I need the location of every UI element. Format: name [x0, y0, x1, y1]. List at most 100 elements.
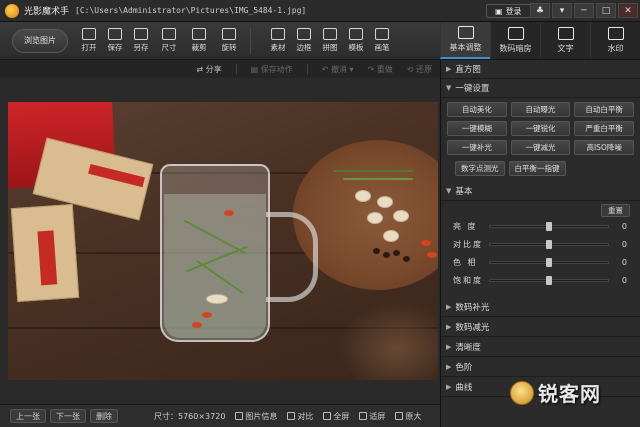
- original-size-button[interactable]: 原大: [395, 411, 421, 422]
- one-click-blur-button[interactable]: 一键模糊: [447, 121, 507, 136]
- tea-bag: [10, 203, 80, 303]
- minimize-button[interactable]: ─: [574, 3, 594, 18]
- browse-images-button[interactable]: 浏览图片: [12, 28, 68, 53]
- tool-save[interactable]: 保存: [102, 28, 128, 53]
- tool-rotate[interactable]: 旋转: [214, 28, 244, 53]
- slider-thumb[interactable]: [546, 221, 552, 231]
- info-label: 图片信息: [245, 411, 278, 421]
- goji-berry: [224, 210, 234, 216]
- save-as-icon: [134, 28, 148, 40]
- save-action-button[interactable]: ▤ 保存动作: [251, 64, 293, 75]
- auto-exposure-button[interactable]: 自动曝光: [510, 102, 571, 117]
- one-click-sharpen-button[interactable]: 一键锐化: [510, 121, 571, 136]
- image-info-button[interactable]: 图片信息: [235, 411, 277, 422]
- glass-handle: [266, 212, 318, 302]
- section-label: 基本: [455, 187, 473, 197]
- glass-water: [164, 194, 266, 338]
- section-histogram[interactable]: ▶ 直方图: [441, 60, 640, 79]
- tool-label: 打开: [81, 43, 97, 52]
- section-label: 一键设置: [455, 84, 490, 94]
- section-levels[interactable]: ▶ 色阶: [441, 357, 640, 377]
- tab-watermark[interactable]: 水印: [590, 22, 640, 59]
- herb-slice: [367, 212, 383, 224]
- maximize-button[interactable]: □: [596, 3, 616, 18]
- tool-label: 尺寸: [161, 43, 177, 52]
- login-button[interactable]: ▣ 登录: [486, 4, 531, 18]
- previous-image-button[interactable]: 上一张: [10, 409, 46, 423]
- slider-track[interactable]: [489, 257, 609, 267]
- slider-thumb[interactable]: [546, 275, 552, 285]
- fit-label: 适屏: [369, 411, 386, 421]
- redo-button[interactable]: ↷ 重做: [368, 64, 393, 75]
- high-iso-denoise-button[interactable]: 高ISO降噪: [574, 140, 634, 155]
- white-balance-picker-button[interactable]: 白平衡一指键: [508, 161, 566, 176]
- slider-track[interactable]: [489, 221, 609, 231]
- share-button[interactable]: ⇄ 分享: [196, 64, 221, 75]
- app-logo-icon: [5, 3, 19, 18]
- tool-save-as[interactable]: 另存: [128, 28, 154, 53]
- tool-material[interactable]: 素材: [265, 28, 291, 53]
- border-icon: [297, 28, 311, 40]
- close-button[interactable]: ✕: [618, 3, 638, 18]
- watermark-text: 锐客网: [538, 382, 601, 406]
- section-basic[interactable]: ▼ 基本: [441, 182, 640, 201]
- auto-white-balance-button[interactable]: 自动白平衡: [574, 102, 634, 117]
- chevron-right-icon: ▶: [446, 362, 452, 371]
- template-icon: [349, 28, 363, 40]
- slider-hue: 色 相 0: [441, 253, 640, 271]
- watermark-icon: [607, 27, 624, 40]
- slider-value: 0: [621, 221, 627, 231]
- dried-flowers: [338, 302, 438, 380]
- reset-button[interactable]: 重置: [601, 204, 630, 217]
- tab-text[interactable]: 文字: [540, 22, 590, 59]
- photo-preview[interactable]: [8, 102, 438, 380]
- slider-track[interactable]: [489, 275, 609, 285]
- slider-label: 对比度: [453, 239, 483, 249]
- fullscreen-button[interactable]: 全屏: [323, 411, 349, 422]
- section-clarity[interactable]: ▶ 清晰度: [441, 337, 640, 357]
- tool-collage[interactable]: 拼图: [317, 28, 343, 53]
- slider-value: 0: [621, 275, 627, 285]
- auto-enhance-button[interactable]: 自动美化: [447, 102, 507, 117]
- tool-template[interactable]: 模板: [343, 28, 369, 53]
- share-label: 分享: [205, 64, 222, 74]
- skin-button[interactable]: ♣: [530, 3, 550, 18]
- one-click-fill-light-button[interactable]: 一键补光: [447, 140, 507, 155]
- app-name: 光影魔术手: [24, 7, 70, 17]
- chevron-down-icon: ▼: [446, 187, 452, 195]
- restore-button[interactable]: ⟲ 还原: [407, 64, 432, 75]
- menu-button[interactable]: ▾: [552, 3, 572, 18]
- undo-button[interactable]: ↶ 撤消 ▾: [322, 64, 354, 75]
- slider-track[interactable]: [489, 239, 609, 249]
- tool-crop[interactable]: 裁剪: [184, 28, 214, 53]
- strong-white-balance-button[interactable]: 严重白平衡: [574, 121, 634, 136]
- one-click-reduce-light-button[interactable]: 一键减光: [510, 140, 571, 155]
- slider-label: 饱和度: [453, 275, 483, 285]
- compare-button[interactable]: 对比: [287, 411, 313, 422]
- tab-basic-adjust[interactable]: 基本调整: [440, 22, 490, 59]
- delete-button[interactable]: 删除: [90, 409, 118, 423]
- section-digital-fill-light[interactable]: ▶ 数码补光: [441, 297, 640, 317]
- fit-screen-button[interactable]: 适屏: [359, 411, 385, 422]
- tool-resize[interactable]: 尺寸: [154, 28, 184, 53]
- chevron-right-icon: ▶: [446, 342, 452, 351]
- tool-group-2: 素材 边框 拼图 模板 画笔: [265, 28, 395, 53]
- collage-icon: [323, 28, 337, 40]
- adjust-panel: ▶ 直方图 ▼ 一键设置 自动美化 自动曝光 自动白平衡 一键模糊 一键锐化 严重白…: [440, 60, 640, 427]
- canvas-area[interactable]: [0, 78, 440, 404]
- slider-thumb[interactable]: [546, 239, 552, 249]
- tab-digital-darkroom[interactable]: 数码暗房: [490, 22, 540, 59]
- next-image-button[interactable]: 下一张: [50, 409, 86, 423]
- tool-border[interactable]: 边框: [291, 28, 317, 53]
- tool-group: 打开 保存 另存 尺寸 裁剪 旋转: [76, 28, 244, 53]
- herb-slice: [393, 210, 409, 222]
- section-one-click[interactable]: ▼ 一键设置: [441, 79, 640, 98]
- herb-slice: [355, 190, 371, 202]
- tool-brush[interactable]: 画笔: [369, 28, 395, 53]
- divider: [306, 64, 308, 74]
- tool-open[interactable]: 打开: [76, 28, 102, 53]
- section-digital-reduce-light[interactable]: ▶ 数码减光: [441, 317, 640, 337]
- tool-label: 边框: [296, 43, 312, 52]
- spot-metering-button[interactable]: 数字点测光: [455, 161, 505, 176]
- slider-thumb[interactable]: [546, 257, 552, 267]
